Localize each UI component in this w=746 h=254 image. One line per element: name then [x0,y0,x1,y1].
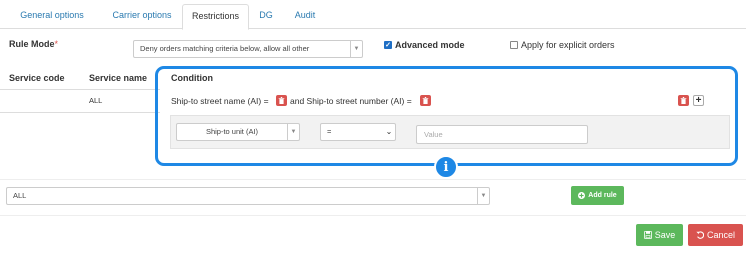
undo-icon [696,231,704,239]
rule-mode-select[interactable]: Deny orders matching criteria below, all… [133,40,363,58]
tab-carrier-options[interactable]: Carrier options [104,4,180,29]
plus-circle-icon [578,192,586,199]
divider [0,179,746,180]
condition-highlight-frame [155,66,738,166]
save-label: Save [654,230,676,240]
info-icon-glyph: i [443,159,449,175]
required-mark: * [54,39,59,49]
floppy-disk-icon [643,231,652,239]
row-service-name: ALL [89,96,103,105]
tab-audit[interactable]: Audit [287,4,323,29]
checkbox-unchecked-icon [510,41,518,49]
service-select-value: ALL [13,191,27,200]
rule-mode-label-text: Rule Mode [9,39,55,49]
info-icon: i [434,155,458,179]
tab-dg[interactable]: DG [252,4,280,29]
header-service-name: Service name [89,73,148,83]
checkbox-checked-icon: ✓ [384,41,392,49]
apply-explicit-orders-label: Apply for explicit orders [521,40,615,50]
tab-bar: General options Carrier options Restrict… [0,0,746,30]
advanced-mode-label: Advanced mode [395,40,465,50]
tab-general-options[interactable]: General options [10,4,94,29]
apply-explicit-orders-checkbox[interactable]: Apply for explicit orders [510,40,615,50]
chevron-down-icon: ▼ [477,188,489,204]
rule-mode-label: Rule Mode* [9,39,58,49]
rule-mode-select-value: Deny orders matching criteria below, all… [140,44,310,53]
cancel-label: Cancel [706,230,735,240]
cancel-button[interactable]: Cancel [688,224,743,246]
tab-restrictions[interactable]: Restrictions [182,4,249,30]
add-rule-label: Add rule [588,192,617,199]
divider [0,89,160,90]
divider [0,112,160,113]
advanced-mode-checkbox[interactable]: ✓ Advanced mode [384,40,465,50]
divider [0,215,746,216]
save-button[interactable]: Save [636,224,683,246]
add-rule-button[interactable]: Add rule [571,186,624,205]
service-select[interactable]: ALL ▼ [6,187,490,205]
chevron-down-icon: ▼ [350,41,362,57]
header-service-code: Service code [9,73,65,83]
